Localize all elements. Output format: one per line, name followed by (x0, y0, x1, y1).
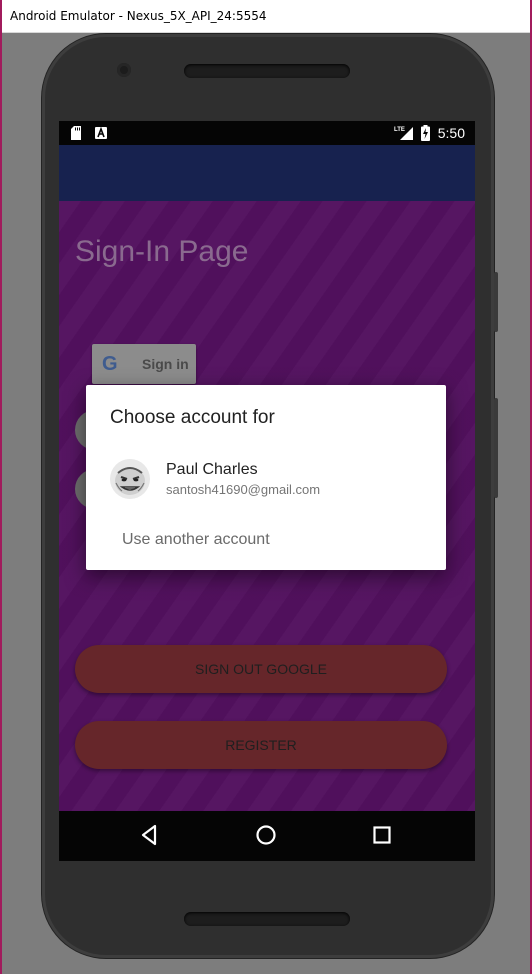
account-email: santosh41690@gmail.com (166, 482, 321, 497)
use-another-account-option[interactable]: Use another account (122, 531, 270, 549)
home-icon[interactable] (255, 824, 277, 846)
window-title: Android Emulator - Nexus_5X_API_24:5554 (10, 9, 267, 23)
window-border-left (0, 0, 2, 974)
google-g-icon: G (102, 353, 118, 375)
lte-signal-icon: LTE (394, 127, 413, 140)
battery-charging-icon (421, 125, 430, 141)
avatar (110, 459, 150, 499)
sign-out-google-button[interactable]: SIGN OUT GOOGLE (75, 645, 447, 693)
sd-card-icon (71, 126, 81, 140)
navigation-bar (59, 811, 475, 861)
status-bar: LTE 5:50 (59, 121, 475, 145)
google-signin-button[interactable]: G Sign in (92, 344, 196, 384)
dialog-title: Choose account for (110, 407, 275, 428)
register-button[interactable]: REGISTER (75, 721, 447, 769)
bottom-speaker (184, 912, 350, 926)
choose-account-dialog: Choose account for Paul Charles santosh4… (86, 385, 446, 570)
back-icon[interactable] (140, 824, 158, 846)
app-notification-icon (95, 127, 107, 139)
account-name: Paul Charles (166, 461, 258, 478)
clock: 5:50 (437, 125, 465, 141)
recents-icon[interactable] (372, 824, 392, 846)
google-signin-label: Sign in (142, 356, 189, 372)
volume-button[interactable] (494, 272, 498, 332)
app-bar (59, 145, 475, 201)
front-camera (117, 63, 131, 77)
emulator-title-bar: Android Emulator - Nexus_5X_API_24:5554 (0, 0, 532, 33)
svg-text:LTE: LTE (394, 127, 405, 133)
power-button[interactable] (494, 398, 498, 498)
page-title: Sign-In Page (75, 235, 249, 268)
top-speaker (184, 64, 350, 78)
